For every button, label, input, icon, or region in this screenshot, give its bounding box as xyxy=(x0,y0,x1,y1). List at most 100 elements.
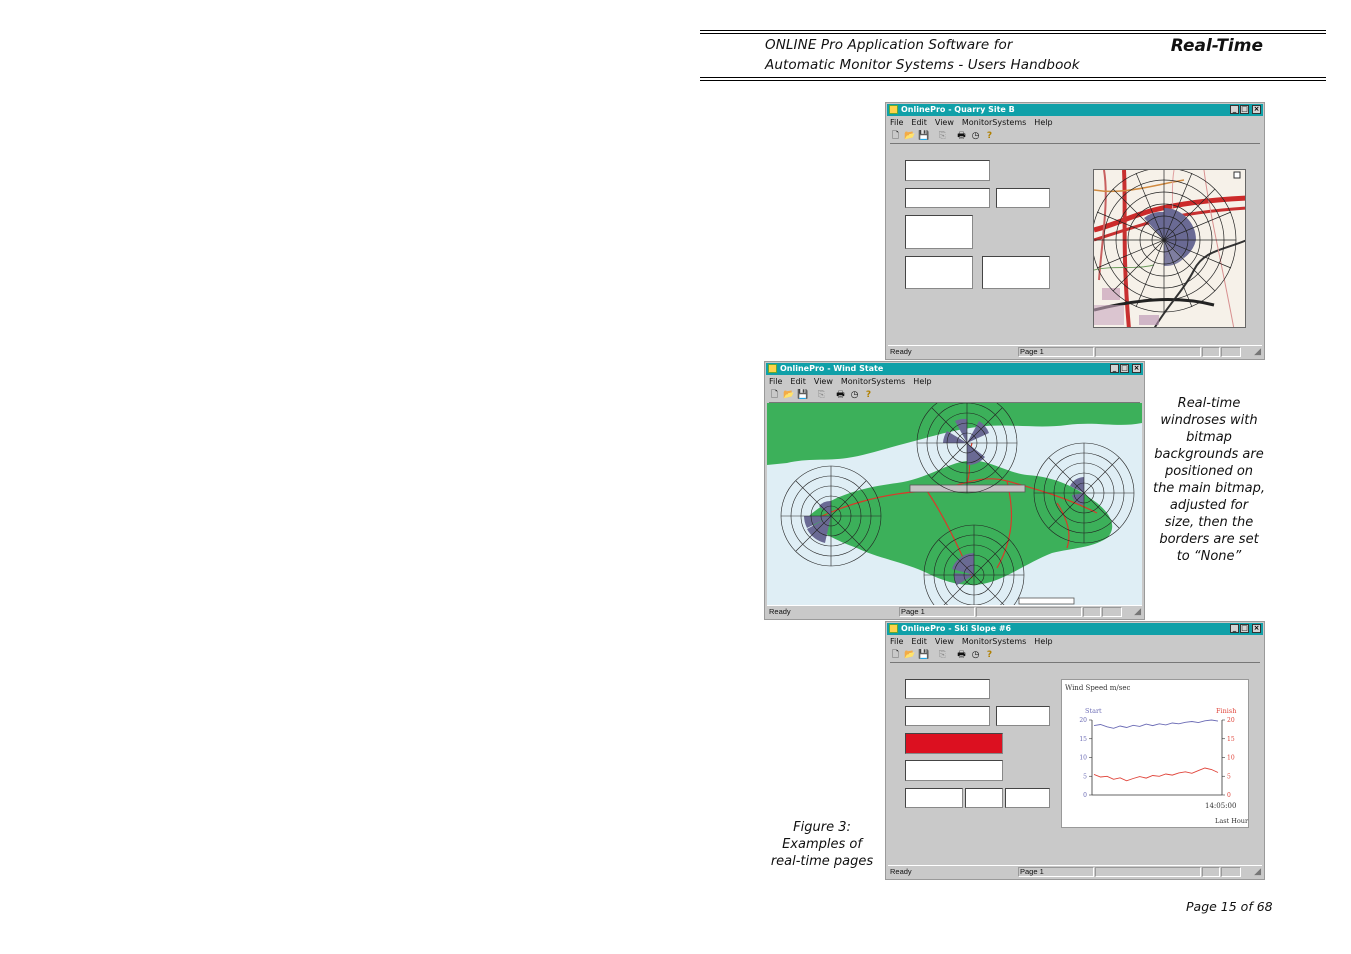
status-ready: Ready xyxy=(890,867,912,876)
display-box xyxy=(905,256,973,289)
wind-titlebar[interactable]: OnlinePro - Wind State _ □ × xyxy=(766,363,1143,375)
maximize-button[interactable]: □ xyxy=(1240,105,1249,114)
menu-edit[interactable]: Edit xyxy=(911,636,927,647)
menu-monitor-systems[interactable]: MonitorSystems xyxy=(841,376,905,387)
app-icon xyxy=(889,105,898,114)
toolbar: 🗋 📂 💾 ⎘ 🖶 ◷ ? xyxy=(890,130,1260,144)
time-label: 14:05:00 xyxy=(1205,802,1236,810)
left-tick-label: 0 xyxy=(1083,792,1087,799)
ski-titlebar[interactable]: OnlinePro - Ski Slope #6 _ □ × xyxy=(887,623,1263,635)
display-box xyxy=(982,256,1050,289)
clock-icon[interactable]: ◷ xyxy=(970,650,981,661)
display-box xyxy=(996,188,1050,208)
window-title: OnlinePro - Quarry Site B xyxy=(901,105,1015,114)
header-subtitle-line1: ONLINE Pro Application Software for xyxy=(765,37,1013,53)
right-tick-label: 5 xyxy=(1227,773,1231,780)
menu-view[interactable]: View xyxy=(935,636,954,647)
open-folder-icon[interactable]: 📂 xyxy=(904,650,915,661)
toolbar: 🗋 📂 💾 ⎘ 🖶 ◷ ? xyxy=(890,649,1260,663)
minimize-button[interactable]: _ xyxy=(1110,364,1119,373)
save-icon[interactable]: 💾 xyxy=(797,390,808,401)
clock-icon[interactable]: ◷ xyxy=(849,390,860,401)
menu-edit[interactable]: Edit xyxy=(911,117,927,128)
display-box xyxy=(905,679,990,699)
display-box xyxy=(905,188,990,208)
maximize-button[interactable]: □ xyxy=(1240,624,1249,633)
windrose xyxy=(780,465,882,567)
window-title: OnlinePro - Ski Slope #6 xyxy=(901,624,1012,633)
new-file-icon[interactable]: 🗋 xyxy=(890,650,901,661)
print-icon[interactable]: 🖶 xyxy=(956,131,967,142)
status-bar: Ready Page 1 ◢ xyxy=(888,345,1262,357)
map-windrose-graphic xyxy=(1094,170,1245,327)
status-ready: Ready xyxy=(769,607,791,616)
menu-monitor-systems[interactable]: MonitorSystems xyxy=(962,117,1026,128)
help-icon[interactable]: ? xyxy=(984,131,995,142)
menu-help[interactable]: Help xyxy=(1034,636,1052,647)
copy-icon[interactable]: ⎘ xyxy=(937,650,948,661)
open-folder-icon[interactable]: 📂 xyxy=(904,131,915,142)
island-map-graphic xyxy=(767,403,1142,606)
island-map xyxy=(767,403,1142,606)
window-title: OnlinePro - Wind State xyxy=(780,364,884,373)
print-icon[interactable]: 🖶 xyxy=(835,390,846,401)
wind-window: OnlinePro - Wind State _ □ × File Edit V… xyxy=(764,361,1145,620)
menu-view[interactable]: View xyxy=(814,376,833,387)
right-tick-label: 10 xyxy=(1227,755,1235,762)
resize-grip-icon[interactable]: ◢ xyxy=(1254,866,1261,877)
copy-icon[interactable]: ⎘ xyxy=(816,390,827,401)
open-folder-icon[interactable]: 📂 xyxy=(783,390,794,401)
toolbar: 🗋 📂 💾 ⎘ 🖶 ◷ ? xyxy=(769,389,1140,403)
resize-grip-icon[interactable]: ◢ xyxy=(1134,606,1141,617)
maximize-button[interactable]: □ xyxy=(1120,364,1129,373)
copy-icon[interactable]: ⎘ xyxy=(937,131,948,142)
ski-window: OnlinePro - Ski Slope #6 _ □ × File Edit… xyxy=(885,621,1265,880)
quarry-titlebar[interactable]: OnlinePro - Quarry Site B _ □ × xyxy=(887,104,1263,116)
menu-help[interactable]: Help xyxy=(1034,117,1052,128)
quarry-window: OnlinePro - Quarry Site B _ □ × File Edi… xyxy=(885,102,1265,360)
close-button[interactable]: × xyxy=(1252,624,1261,633)
right-tick-label: 0 xyxy=(1227,792,1231,799)
menu-file[interactable]: File xyxy=(890,117,903,128)
windrose xyxy=(1033,442,1135,544)
close-button[interactable]: × xyxy=(1132,364,1141,373)
menu-file[interactable]: File xyxy=(890,636,903,647)
menu-file[interactable]: File xyxy=(769,376,782,387)
chart-title: Wind Speed m/sec xyxy=(1065,684,1131,692)
new-file-icon[interactable]: 🗋 xyxy=(890,131,901,142)
display-box xyxy=(905,706,990,726)
menu-bar: File Edit View MonitorSystems Help xyxy=(769,376,932,387)
status-ready: Ready xyxy=(890,347,912,356)
menu-monitor-systems[interactable]: MonitorSystems xyxy=(962,636,1026,647)
left-tick-label: 5 xyxy=(1083,773,1087,780)
section-title: Real-Time xyxy=(1170,36,1263,56)
menu-bar: File Edit View MonitorSystems Help xyxy=(890,117,1053,128)
display-box xyxy=(905,160,990,181)
menu-edit[interactable]: Edit xyxy=(790,376,806,387)
print-icon[interactable]: 🖶 xyxy=(956,650,967,661)
menu-help[interactable]: Help xyxy=(913,376,931,387)
quarry-map-windrose xyxy=(1093,169,1246,328)
left-tick-label: 10 xyxy=(1079,755,1087,762)
minimize-button[interactable]: _ xyxy=(1230,624,1239,633)
clock-icon[interactable]: ◷ xyxy=(970,131,981,142)
close-button[interactable]: × xyxy=(1252,105,1261,114)
display-box xyxy=(905,215,973,249)
chart-svg: Wind Speed m/sec Start Finish 14:05:00 L… xyxy=(1065,684,1249,825)
help-icon[interactable]: ? xyxy=(984,650,995,661)
figure-caption: Figure 3: Examples of real-time pages xyxy=(770,820,874,869)
left-axis-label: Start xyxy=(1085,707,1102,715)
app-icon xyxy=(889,624,898,633)
right-axis-label: Finish xyxy=(1216,707,1236,715)
new-file-icon[interactable]: 🗋 xyxy=(769,390,780,401)
app-icon xyxy=(768,364,777,373)
menu-view[interactable]: View xyxy=(935,117,954,128)
resize-grip-icon[interactable]: ◢ xyxy=(1254,346,1261,357)
save-icon[interactable]: 💾 xyxy=(918,131,929,142)
help-icon[interactable]: ? xyxy=(863,390,874,401)
status-bar: Ready Page 1 ◢ xyxy=(767,605,1142,617)
save-icon[interactable]: 💾 xyxy=(918,650,929,661)
minimize-button[interactable]: _ xyxy=(1230,105,1239,114)
left-tick-label: 20 xyxy=(1079,717,1087,724)
page-number: Page 15 of 68 xyxy=(1186,899,1273,914)
